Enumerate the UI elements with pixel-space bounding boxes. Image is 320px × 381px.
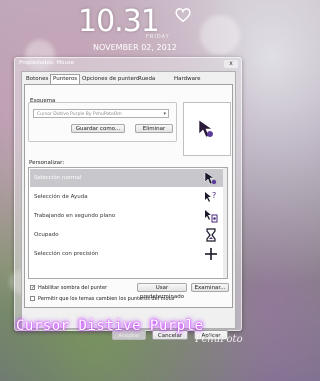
punteros-panel: Esquema Cursor Distive Purple By PchuPot…: [24, 84, 233, 308]
scheme-dropdown[interactable]: Cursor Distive Purple By PchuPotoOm ▾: [33, 109, 169, 118]
save-as-button[interactable]: Guardar como...: [71, 124, 125, 133]
scheme-value: Cursor Distive Purple By PchuPotoOm: [37, 112, 122, 117]
tab-opciones-de-puntero[interactable]: Opciones de puntero: [80, 75, 141, 84]
list-item-trabajando[interactable]: Trabajando en segundo plano: [30, 207, 226, 225]
title-bar[interactable]: Propiedades: Mouse x: [15, 58, 241, 70]
delete-scheme-button[interactable]: Eliminar: [135, 124, 173, 133]
svg-text:?: ?: [212, 191, 216, 200]
themes-checkbox[interactable]: [30, 296, 35, 301]
clock-widget: 10.31 FRIDAY NOVEMBER 02, 2012: [0, 0, 255, 60]
dialog-body: Botones Punteros Opciones de puntero Rue…: [21, 71, 236, 340]
crosshair-cursor-icon: [205, 248, 217, 260]
working-cursor-icon: [205, 210, 218, 223]
brand-title: Cursor Distive Purple: [16, 318, 204, 334]
shadow-checkbox[interactable]: ✓: [30, 285, 35, 291]
cursor-preview: [183, 102, 231, 156]
cursor-list: Selección normal Selección de Ayuda ? Tr…: [28, 167, 228, 279]
shadow-checkbox-label: Habilitar sombra del punter: [38, 285, 108, 291]
arrow-cursor-icon: [198, 119, 213, 138]
use-default-button[interactable]: Usar predeterminado: [137, 283, 187, 300]
clock-day: FRIDAY: [146, 34, 170, 40]
browse-button[interactable]: Examinar...: [191, 283, 229, 292]
list-item-seleccion-precision[interactable]: Selección con precisión: [30, 245, 226, 263]
list-item-seleccion-de-ayuda[interactable]: Selección de Ayuda ?: [30, 188, 226, 206]
list-item-label: Trabajando en segundo plano: [34, 213, 116, 219]
scrollbar[interactable]: [223, 168, 227, 278]
tab-hardware[interactable]: Hardware: [172, 75, 203, 84]
window-title: Propiedades: Mouse: [19, 60, 75, 66]
customize-label: Personalizar:: [29, 160, 65, 166]
author-signature: PchuPoto: [195, 334, 243, 345]
tab-botones[interactable]: Botones: [24, 75, 50, 84]
list-item-seleccion-normal[interactable]: Selección normal: [30, 169, 226, 187]
clock-date: NOVEMBER 02, 2012: [93, 43, 177, 52]
close-button[interactable]: x: [224, 60, 238, 68]
scheme-group: [28, 102, 177, 142]
tab-rueda[interactable]: Rueda: [136, 75, 157, 84]
help-cursor-icon: ?: [205, 191, 216, 202]
chevron-down-icon: ▾: [163, 111, 166, 117]
mouse-properties-window: Propiedades: Mouse x Botones Punteros Op…: [14, 57, 242, 340]
list-item-label: Selección con precisión: [34, 251, 99, 257]
list-item-label: Ocupado: [34, 232, 59, 238]
arrow-cursor-icon: [204, 171, 217, 185]
busy-hourglass-icon: [206, 228, 216, 242]
themes-checkbox-label: Permitir que los temas cambien los punte…: [38, 296, 175, 302]
list-item-label: Selección normal: [34, 175, 82, 181]
list-item-ocupado[interactable]: Ocupado: [30, 226, 226, 244]
list-item-label: Selección de Ayuda: [34, 194, 88, 200]
heart-icon: [175, 8, 191, 23]
